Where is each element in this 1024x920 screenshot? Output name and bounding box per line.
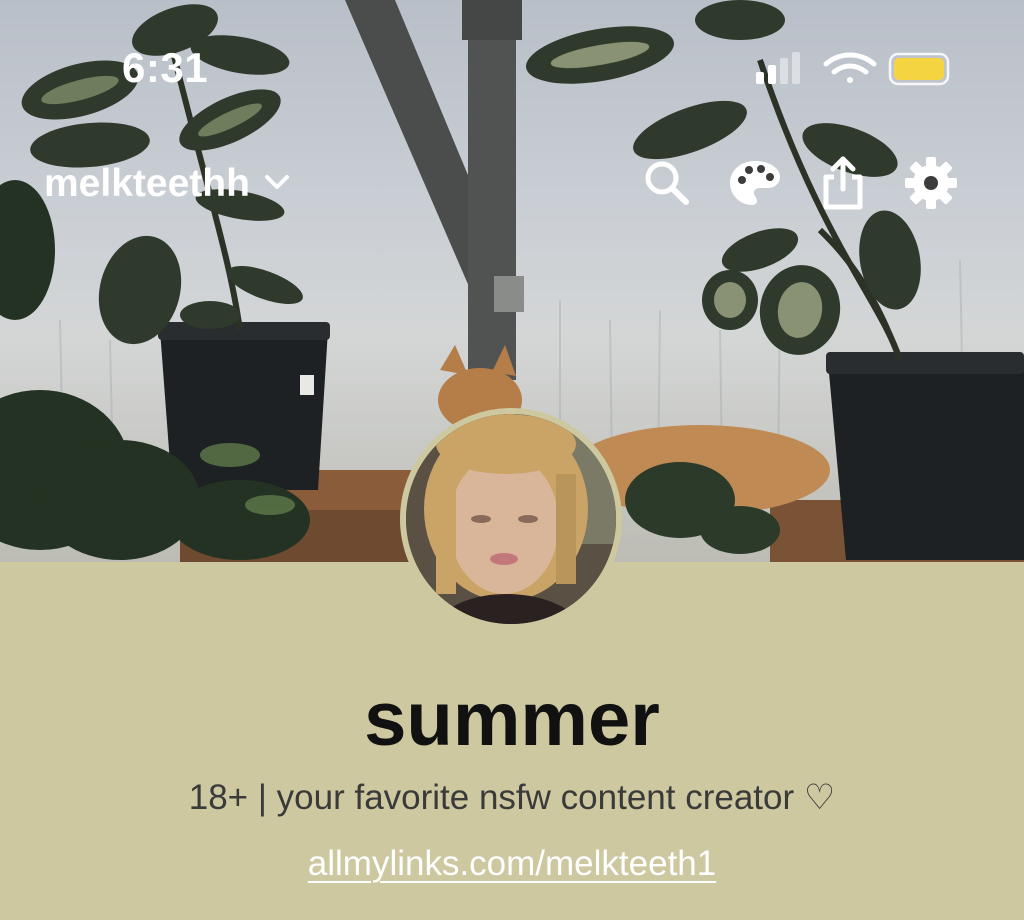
share-icon[interactable] xyxy=(814,154,872,212)
blog-description: 18+ | your favorite nsfw content creator… xyxy=(188,778,836,817)
blog-link: allmylinks.com/melkteeth1 xyxy=(0,844,1024,884)
signal-icon xyxy=(756,52,800,84)
top-actions xyxy=(638,154,960,212)
search-icon[interactable] xyxy=(638,154,696,212)
status-time: 6:31 xyxy=(122,44,209,91)
battery-icon xyxy=(888,52,950,86)
profile-link[interactable]: allmylinks.com/melkteeth1 xyxy=(308,844,716,883)
chevron-down-icon xyxy=(264,173,290,196)
avatar-photo xyxy=(406,414,616,624)
status-icons xyxy=(756,52,952,93)
blog-switcher[interactable]: melkteethh xyxy=(44,162,290,206)
settings-icon[interactable] xyxy=(902,154,960,212)
blog-username: melkteethh xyxy=(44,162,250,205)
palette-icon[interactable] xyxy=(726,154,784,212)
wifi-icon xyxy=(823,52,877,83)
avatar[interactable] xyxy=(400,408,622,630)
blog-title: summer xyxy=(364,677,660,762)
blog-profile-screen: 6:31 melkteethh summer 18+ | your favori… xyxy=(0,0,1024,920)
